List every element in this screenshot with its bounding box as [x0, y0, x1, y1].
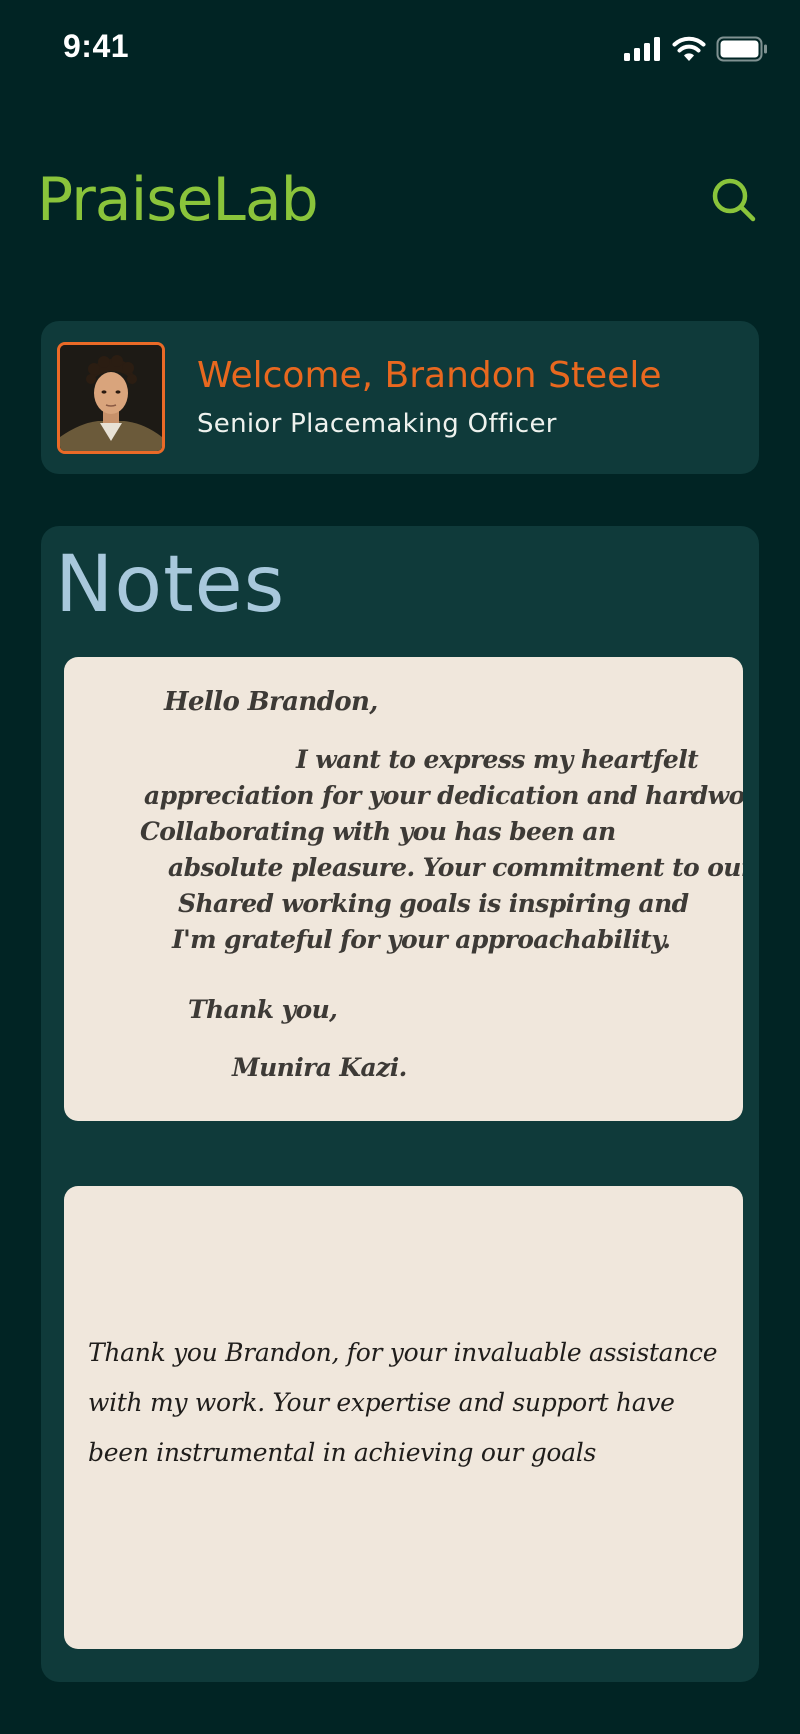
- signal-icon: [624, 37, 662, 65]
- battery-icon: [716, 36, 768, 66]
- note-line: Thank you Brandon, for your invaluable a…: [88, 1338, 718, 1367]
- status-time: 9:41: [63, 28, 130, 64]
- note-line: been instrumental in achieving our goals: [88, 1438, 597, 1467]
- note-card[interactable]: Hello Brandon, I want to express my hear…: [64, 657, 743, 1121]
- note-line: Hello Brandon,: [164, 687, 378, 717]
- profile-card: Welcome, Brandon Steele Senior Placemaki…: [41, 321, 759, 474]
- note-line: I'm grateful for your approachability.: [172, 925, 671, 954]
- app-title: PraiseLab: [37, 165, 319, 235]
- welcome-text: Welcome, Brandon Steele: [197, 355, 662, 396]
- notes-heading: Notes: [55, 540, 286, 630]
- note-line: Collaborating with you has been an: [140, 817, 616, 846]
- search-button[interactable]: [708, 174, 760, 226]
- role-text: Senior Placemaking Officer: [197, 409, 557, 439]
- status-bar: 9:41: [0, 0, 800, 100]
- note-line: I want to express my heartfelt: [296, 745, 699, 774]
- notes-panel: Notes Hello Brandon, I want to express m…: [41, 526, 759, 1682]
- avatar[interactable]: [57, 342, 165, 454]
- note-line: Shared working goals is inspiring and: [178, 889, 689, 918]
- note-line: absolute pleasure. Your commitment to ou…: [168, 853, 743, 882]
- app-header: PraiseLab: [0, 160, 800, 250]
- note-signature: Munira Kazi.: [232, 1053, 407, 1082]
- note-card[interactable]: Thank you Brandon, for your invaluable a…: [64, 1186, 743, 1649]
- wifi-icon: [672, 36, 706, 66]
- note-line: appreciation for your dedication and har…: [144, 781, 743, 810]
- note-line: with my work. Your expertise and support…: [88, 1388, 675, 1417]
- status-icons: [624, 36, 768, 66]
- note-line: Thank you,: [188, 995, 338, 1024]
- search-icon: [712, 178, 756, 222]
